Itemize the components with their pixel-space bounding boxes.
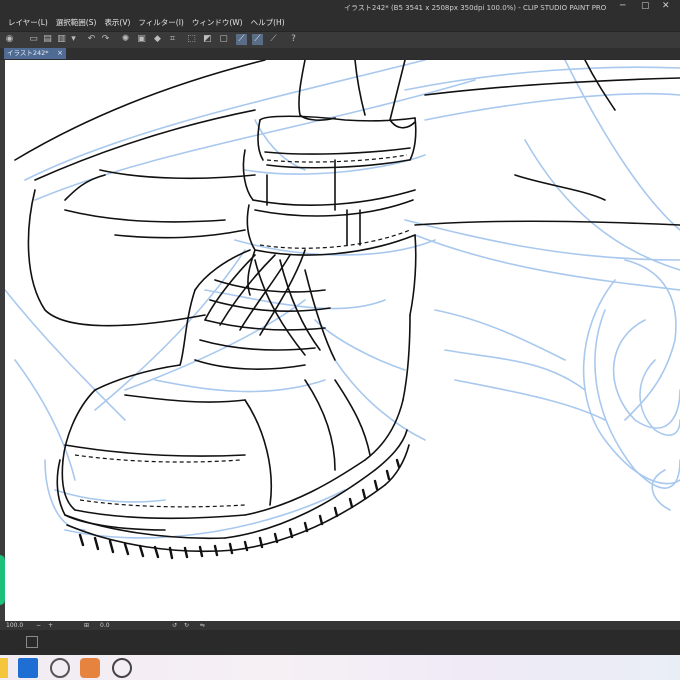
title-bar: イラスト242* (B5 3541 x 2508px 350dpi 100.0%… [0,0,680,14]
os-taskbar [0,655,680,680]
snap-grid-icon[interactable]: ⟋ [268,34,279,45]
menu-filter[interactable]: フィルター(I) [138,17,183,28]
new-file-icon[interactable]: ▭ [28,34,39,45]
undo-icon[interactable]: ↶ [86,34,97,45]
file-explorer-icon[interactable] [0,658,8,678]
rotate-right-icon[interactable]: ↻ [184,621,189,630]
help-icon[interactable]: ? [288,34,299,45]
minimize-icon[interactable]: ─ [620,1,625,11]
clip-paint-icon[interactable] [112,658,132,678]
clear-outside-icon[interactable]: ▣ [136,34,147,45]
status-bar: 100.0 − + ⊞ 0.0 ↺ ↻ ⇋ [0,621,680,630]
zoom-value[interactable]: 100.0 [6,621,23,630]
app-icon[interactable]: ◉ [4,34,15,45]
save-icon[interactable]: ▥ [56,34,67,45]
panel-toggle-icon[interactable] [26,636,38,648]
menu-window[interactable]: ウィンドウ(W) [192,17,243,28]
drawing-canvas[interactable] [5,60,680,621]
zoom-out-icon[interactable]: − [36,621,41,630]
dashed-stitching [74,154,411,508]
deselect-icon[interactable]: ⬚ [186,34,197,45]
invert-selection-icon[interactable]: ◩ [202,34,213,45]
zoom-in-icon[interactable]: + [48,621,53,630]
dropdown-chevron-icon[interactable]: ▾ [68,34,79,45]
discord-app-icon[interactable] [80,658,100,678]
menu-layer[interactable]: レイヤー(L) [8,17,48,28]
snap-ruler-icon[interactable]: ⟋ [236,34,247,45]
menu-selection[interactable]: 選択範囲(S) [56,17,97,28]
artwork-sneaker-sketch [5,60,680,560]
rotation-value[interactable]: 0.0 [100,621,110,630]
menu-help[interactable]: ヘルプ(H) [251,17,285,28]
menu-view[interactable]: 表示(V) [104,17,130,28]
clear-icon[interactable]: ✺ [120,34,131,45]
rotate-left-icon[interactable]: ↺ [172,621,177,630]
redo-icon[interactable]: ↷ [100,34,111,45]
close-icon[interactable]: ✕ [662,1,670,11]
mail-icon[interactable] [18,658,38,678]
menu-bar: レイヤー(L) 選択範囲(S) 表示(V) フィルター(I) ウィンドウ(W) … [0,14,680,31]
command-bar: ◉ ▭ ▤ ▥ ▾ ↶ ↷ ✺ ▣ ◆ ⌗ ⬚ ◩ ▢ ⟋ ⟋ ⟋ ? [0,31,680,49]
snap-special-ruler-icon[interactable]: ⟋ [252,34,263,45]
transform-icon[interactable]: ⌗ [167,34,178,45]
blue-sketch-layer [5,60,680,539]
bottom-panel [0,630,680,655]
zoom-fit-icon[interactable]: ⊞ [84,621,89,630]
tab-document[interactable]: イラスト242* × [4,48,66,59]
tab-close-icon[interactable]: × [57,48,63,59]
document-tab-bar: イラスト242* × [0,48,680,59]
open-folder-icon[interactable]: ▤ [42,34,53,45]
fill-icon[interactable]: ◆ [152,34,163,45]
ink-line-layer [14,60,680,553]
clip-studio-icon[interactable] [50,658,70,678]
selection-frame-icon[interactable]: ▢ [218,34,229,45]
flip-icon[interactable]: ⇋ [200,621,205,630]
window-title: イラスト242* (B5 3541 x 2508px 350dpi 100.0%… [344,4,607,12]
maximize-icon[interactable]: ▢ [641,1,650,11]
tab-label: イラスト242* [7,49,49,57]
